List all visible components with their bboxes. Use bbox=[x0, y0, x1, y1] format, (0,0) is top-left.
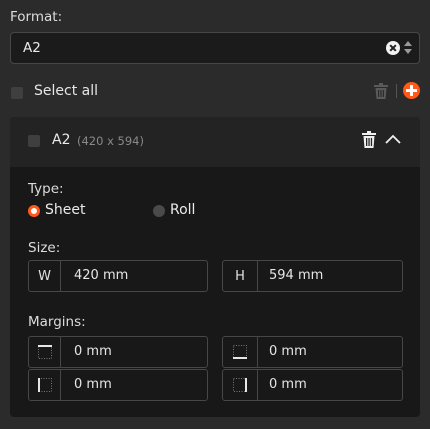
select-all-label: Select all bbox=[34, 83, 98, 99]
item-checkbox[interactable] bbox=[28, 135, 40, 147]
margin-bottom-icon bbox=[223, 337, 258, 367]
height-prefix: H bbox=[223, 261, 258, 291]
margin-right-field[interactable]: 0 mm bbox=[222, 369, 403, 401]
item-name: A2 bbox=[52, 132, 71, 148]
chevron-up-icon[interactable] bbox=[384, 133, 402, 149]
height-value: 594 mm bbox=[269, 268, 324, 283]
margin-top-field[interactable]: 0 mm bbox=[28, 336, 208, 368]
format-select[interactable]: A2 bbox=[10, 32, 420, 64]
format-item-header bbox=[10, 117, 420, 167]
stepper-arrows-icon[interactable] bbox=[404, 40, 412, 56]
height-field[interactable]: H 594 mm bbox=[222, 260, 403, 292]
width-field[interactable]: W 420 mm bbox=[28, 260, 208, 292]
clear-icon[interactable] bbox=[386, 41, 400, 55]
radio-sheet-label: Sheet bbox=[45, 202, 86, 218]
margin-left-field[interactable]: 0 mm bbox=[28, 369, 208, 401]
width-value: 420 mm bbox=[74, 268, 129, 283]
margins-label: Margins: bbox=[28, 314, 86, 330]
toolbar-divider bbox=[396, 84, 397, 98]
format-select-value: A2 bbox=[23, 40, 41, 56]
plus-circle-icon[interactable] bbox=[403, 82, 420, 99]
type-label: Type: bbox=[28, 181, 64, 197]
margin-top-value: 0 mm bbox=[74, 344, 112, 359]
item-trash-icon[interactable] bbox=[362, 131, 376, 148]
trash-icon[interactable] bbox=[374, 83, 388, 99]
margin-left-value: 0 mm bbox=[74, 377, 112, 392]
margin-right-icon bbox=[223, 370, 258, 400]
select-all-checkbox[interactable] bbox=[11, 87, 23, 99]
radio-sheet[interactable] bbox=[28, 205, 40, 217]
radio-roll[interactable] bbox=[153, 205, 165, 217]
margin-bottom-value: 0 mm bbox=[269, 344, 307, 359]
width-prefix: W bbox=[29, 261, 61, 291]
margin-left-icon bbox=[29, 370, 61, 400]
size-label: Size: bbox=[28, 240, 61, 256]
item-dimensions: (420 x 594) bbox=[77, 134, 144, 148]
margin-bottom-field[interactable]: 0 mm bbox=[222, 336, 403, 368]
format-label: Format: bbox=[10, 9, 63, 25]
radio-roll-label: Roll bbox=[170, 202, 196, 218]
margin-top-icon bbox=[29, 337, 61, 367]
margin-right-value: 0 mm bbox=[269, 377, 307, 392]
